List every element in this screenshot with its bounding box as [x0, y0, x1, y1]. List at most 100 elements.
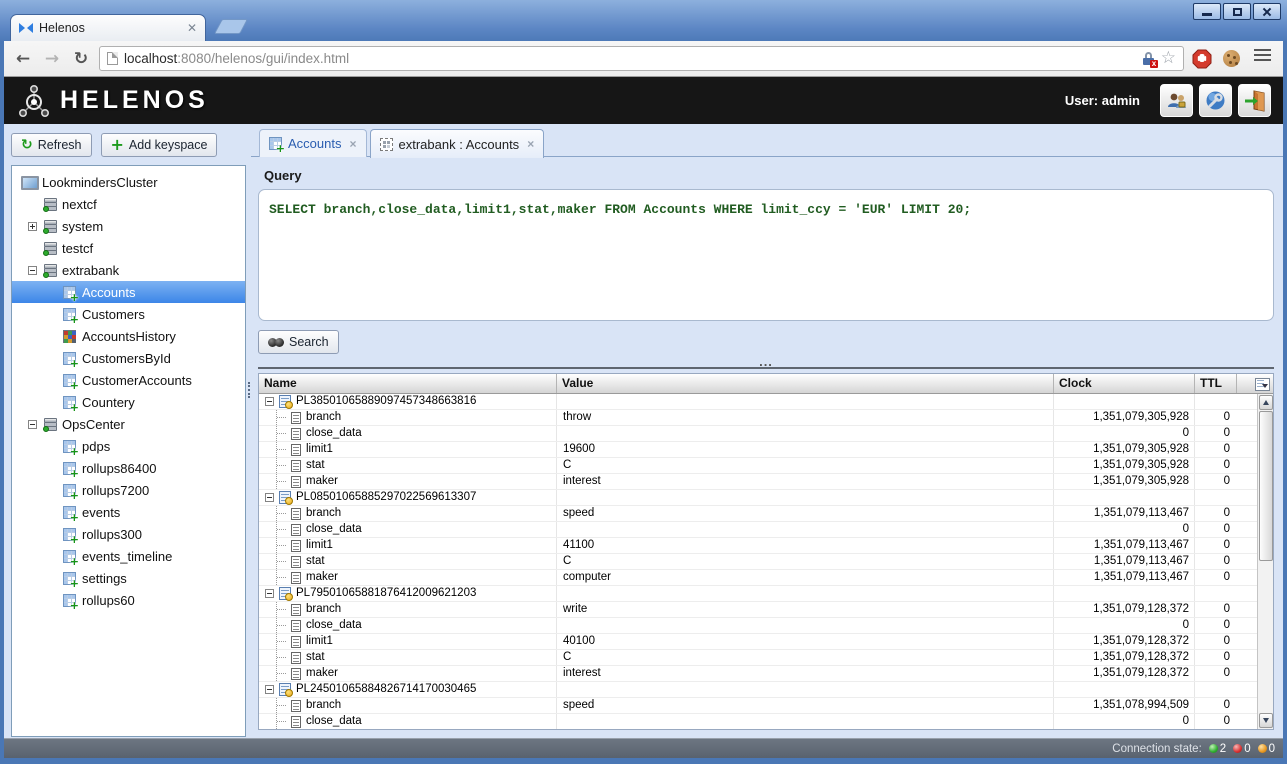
- cell-name: maker: [259, 570, 557, 585]
- sidebar-item-countery[interactable]: Countery: [12, 391, 245, 413]
- close-button[interactable]: [1253, 3, 1281, 20]
- collapse-expander-icon[interactable]: [265, 589, 274, 598]
- table-row[interactable]: limit1411001,351,079,113,4670: [259, 538, 1257, 554]
- logout-button[interactable]: [1238, 84, 1271, 117]
- table-row[interactable]: branchthrow1,351,079,305,9280: [259, 410, 1257, 426]
- sidebar-item-accounts[interactable]: Accounts: [12, 281, 245, 303]
- table-row[interactable]: makercomputer1,351,079,113,4670: [259, 570, 1257, 586]
- back-button[interactable]: ←: [12, 49, 34, 69]
- sidebar-item-label: rollups86400: [82, 461, 156, 476]
- scrollbar-thumb[interactable]: [1259, 411, 1273, 561]
- splitter-handle[interactable]: ...: [759, 357, 773, 367]
- collapse-icon[interactable]: [28, 266, 37, 275]
- sidebar-item-events-timeline[interactable]: events_timeline: [12, 545, 245, 567]
- url-text[interactable]: localhost:8080/helenos/gui/index.html: [124, 51, 1137, 66]
- users-button[interactable]: [1160, 84, 1193, 117]
- bookmark-star-icon[interactable]: ☆: [1161, 50, 1176, 67]
- table-row[interactable]: limit1196001,351,079,305,9280: [259, 442, 1257, 458]
- browser-tab[interactable]: Helenos ✕: [10, 14, 206, 41]
- search-button[interactable]: Search: [258, 330, 339, 354]
- table-row[interactable]: statC1,351,079,128,3720: [259, 650, 1257, 666]
- cookie-extension-icon[interactable]: [1220, 50, 1242, 67]
- sidebar-item-lookminderscluster[interactable]: LookmindersCluster: [12, 171, 245, 193]
- table-row[interactable]: close_data00: [259, 426, 1257, 442]
- tree-connector: [276, 506, 291, 521]
- tab-content: Query SELECT branch,close_data,limit1,st…: [251, 157, 1283, 738]
- sidebar-item-nextcf[interactable]: nextcf: [12, 193, 245, 215]
- tab-close-icon[interactable]: ×: [527, 137, 534, 151]
- reload-button[interactable]: ↻: [70, 49, 92, 69]
- sidebar-item-extrabank[interactable]: extrabank: [12, 259, 245, 281]
- cell-name: maker: [259, 474, 557, 489]
- minimize-button[interactable]: [1193, 3, 1221, 20]
- collapse-expander-icon[interactable]: [265, 397, 274, 406]
- collapse-expander-icon[interactable]: [265, 493, 274, 502]
- table-row[interactable]: branchwrite1,351,079,128,3720: [259, 602, 1257, 618]
- expand-icon[interactable]: [28, 222, 37, 231]
- table-row-group[interactable]: PL38501065889097457348663816: [259, 394, 1257, 410]
- sidebar-item-testcf[interactable]: testcf: [12, 237, 245, 259]
- table-row[interactable]: branchspeed1,351,079,113,4670: [259, 506, 1257, 522]
- table-row[interactable]: makerinterest1,351,079,128,3720: [259, 666, 1257, 682]
- settings-button[interactable]: [1199, 84, 1232, 117]
- maximize-button[interactable]: [1223, 3, 1251, 20]
- scroll-down-button[interactable]: [1259, 713, 1273, 728]
- table-row[interactable]: close_data00: [259, 618, 1257, 634]
- collapse-expander-icon[interactable]: [265, 685, 274, 694]
- horizontal-splitter[interactable]: ...: [258, 356, 1274, 369]
- table-row[interactable]: limit1401001,351,079,128,3720: [259, 634, 1257, 650]
- new-tab-button[interactable]: [214, 19, 248, 34]
- sidebar-item-customeraccounts[interactable]: CustomerAccounts: [12, 369, 245, 391]
- table-row-group[interactable]: PL79501065881876412009621203: [259, 586, 1257, 602]
- column-header-value[interactable]: Value: [557, 374, 1054, 393]
- sidebar-item-pdps[interactable]: pdps: [12, 435, 245, 457]
- query-text[interactable]: SELECT branch,close_data,limit1,stat,mak…: [269, 202, 1263, 217]
- sidebar-item-accountshistory[interactable]: AccountsHistory: [12, 325, 245, 347]
- adblock-hand-icon[interactable]: [1191, 49, 1213, 69]
- sidebar-item-customers[interactable]: Customers: [12, 303, 245, 325]
- sidebar-item-rollups86400[interactable]: rollups86400: [12, 457, 245, 479]
- add-keyspace-button[interactable]: + Add keyspace: [101, 133, 218, 157]
- sidebar-item-events[interactable]: events: [12, 501, 245, 523]
- column-icon: [291, 716, 301, 728]
- column-header-name[interactable]: Name: [259, 374, 557, 393]
- scroll-up-button[interactable]: [1259, 395, 1273, 410]
- table-row[interactable]: statC1,351,079,113,4670: [259, 554, 1257, 570]
- table-row[interactable]: branchspeed1,351,078,994,5090: [259, 698, 1257, 714]
- collapse-icon[interactable]: [28, 420, 37, 429]
- table-icon: [63, 484, 76, 497]
- sidebar-item-system[interactable]: system: [12, 215, 245, 237]
- cell-clock: [1054, 394, 1195, 409]
- insecure-lock-icon[interactable]: x: [1143, 52, 1155, 66]
- tab-accounts[interactable]: Accounts×: [259, 129, 367, 157]
- cell-ttl: 0: [1195, 458, 1237, 473]
- cell-value: 19600: [557, 442, 1054, 457]
- table-scrollbar[interactable]: [1257, 394, 1273, 729]
- table-row[interactable]: close_data00: [259, 714, 1257, 729]
- column-picker-icon[interactable]: [1255, 378, 1270, 391]
- tab-close-icon[interactable]: ×: [349, 137, 356, 151]
- url-bar[interactable]: localhost:8080/helenos/gui/index.html x …: [99, 46, 1184, 71]
- row-key-label: PL38501065889097457348663816: [296, 394, 476, 409]
- browser-tab-close-icon[interactable]: ✕: [187, 21, 197, 35]
- sidebar-item-rollups60[interactable]: rollups60: [12, 589, 245, 611]
- column-header-clock[interactable]: Clock: [1054, 374, 1195, 393]
- sidebar-item-rollups300[interactable]: rollups300: [12, 523, 245, 545]
- table-row[interactable]: close_data00: [259, 522, 1257, 538]
- table-row-group[interactable]: PL24501065884826714170030465: [259, 682, 1257, 698]
- sidebar-item-opscenter[interactable]: OpsCenter: [12, 413, 245, 435]
- table-row[interactable]: statC1,351,079,305,9280: [259, 458, 1257, 474]
- column-header-ttl[interactable]: TTL: [1195, 374, 1237, 393]
- sidebar-item-customersbyid[interactable]: CustomersById: [12, 347, 245, 369]
- sidebar-item-label: events: [82, 505, 120, 520]
- refresh-button[interactable]: ↻ Refresh: [11, 133, 92, 157]
- sidebar-item-settings[interactable]: settings: [12, 567, 245, 589]
- panel-splitter[interactable]: [247, 124, 251, 738]
- page-icon: [107, 52, 118, 65]
- table-row-group[interactable]: PL08501065885297022569613307: [259, 490, 1257, 506]
- sidebar-item-rollups7200[interactable]: rollups7200: [12, 479, 245, 501]
- query-editor[interactable]: SELECT branch,close_data,limit1,stat,mak…: [258, 189, 1274, 321]
- forward-button[interactable]: →: [41, 49, 63, 69]
- tab-extrabank-accounts[interactable]: extrabank : Accounts×: [370, 129, 545, 158]
- table-row[interactable]: makerinterest1,351,079,305,9280: [259, 474, 1257, 490]
